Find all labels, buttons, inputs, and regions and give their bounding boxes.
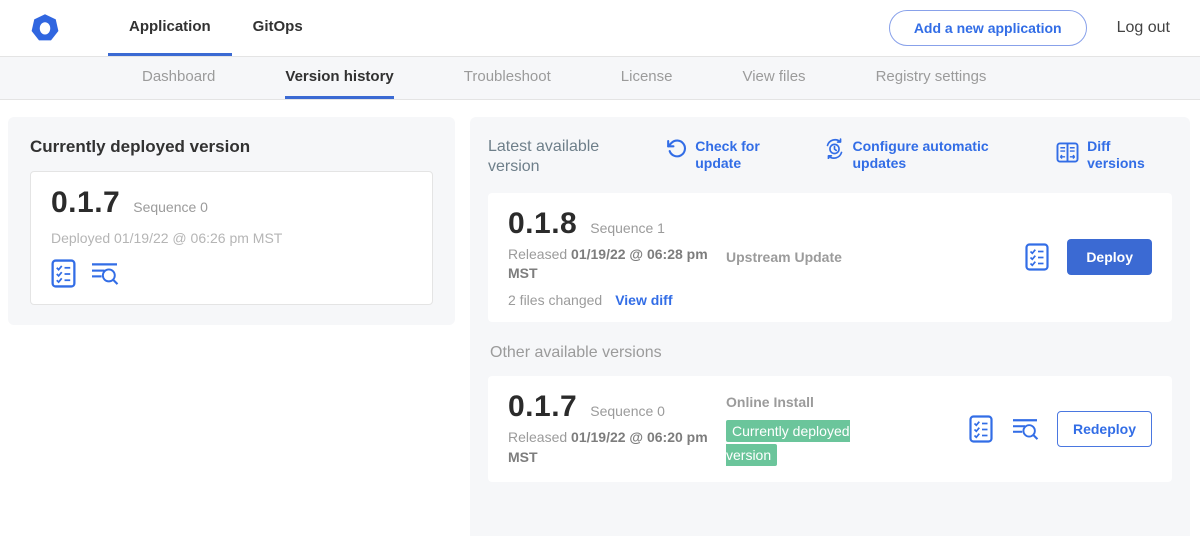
main-content: Currently deployed version 0.1.7 Sequenc… <box>0 100 1200 536</box>
deployed-version-number: 0.1.7 <box>51 186 120 220</box>
currently-deployed-badge: Currently deployed version <box>726 420 850 467</box>
diff-versions-icon <box>1056 142 1079 167</box>
release-notes-icon[interactable] <box>969 415 993 443</box>
currently-deployed-title: Currently deployed version <box>30 137 433 157</box>
diff-versions-button[interactable]: Diff versions <box>1056 138 1168 172</box>
latest-version-card: 0.1.8 Sequence 1 Released 01/19/22 @ 06:… <box>488 193 1172 322</box>
other-sequence-label: Sequence 0 <box>590 403 665 419</box>
subnav-troubleshoot[interactable]: Troubleshoot <box>464 57 551 99</box>
release-notes-icon[interactable] <box>1025 243 1049 271</box>
configure-automatic-updates-label: Configure automatic updates <box>853 138 1005 172</box>
logout-link[interactable]: Log out <box>1117 19 1170 37</box>
view-logs-icon[interactable] <box>1011 417 1039 441</box>
latest-version-number: 0.1.8 <box>508 207 577 241</box>
deployed-sequence-label: Sequence 0 <box>133 199 208 215</box>
app-subnav: Dashboard Version history Troubleshoot L… <box>0 57 1200 100</box>
other-version-card: 0.1.7 Sequence 0 Released 01/19/22 @ 06:… <box>488 376 1172 482</box>
subnav-version-history[interactable]: Version history <box>285 57 393 99</box>
latest-available-panel: Latest available version Check for updat… <box>470 117 1190 536</box>
other-source-label: Online Install <box>726 394 969 410</box>
subnav-license[interactable]: License <box>621 57 673 99</box>
latest-sequence-label: Sequence 1 <box>590 220 665 236</box>
deployed-version-card: 0.1.7 Sequence 0 Deployed 01/19/22 @ 06:… <box>30 171 433 305</box>
top-nav-right: Add a new application Log out <box>889 0 1170 56</box>
add-application-button[interactable]: Add a new application <box>889 10 1087 46</box>
latest-released-timestamp: Released 01/19/22 @ 06:28 pm MST <box>508 245 726 284</box>
subnav-dashboard[interactable]: Dashboard <box>142 57 215 99</box>
deploy-button[interactable]: Deploy <box>1067 239 1152 275</box>
other-version-number: 0.1.7 <box>508 390 577 424</box>
latest-header: Latest available version Check for updat… <box>488 137 1172 177</box>
configure-automatic-updates-button[interactable]: Configure automatic updates <box>824 138 1005 172</box>
release-notes-icon[interactable] <box>51 259 76 288</box>
currently-deployed-panel: Currently deployed version 0.1.7 Sequenc… <box>8 117 455 325</box>
top-nav: Application GitOps Add a new application… <box>0 0 1200 57</box>
latest-source-label: Upstream Update <box>726 249 1025 265</box>
app-logo-icon[interactable] <box>30 13 60 43</box>
files-changed-label: 2 files changed <box>508 292 602 308</box>
latest-header-actions: Check for update Configure automat <box>666 137 1172 172</box>
view-diff-link[interactable]: View diff <box>615 292 672 308</box>
subnav-registry-settings[interactable]: Registry settings <box>876 57 987 99</box>
other-released-timestamp: Released 01/19/22 @ 06:20 pm MST <box>508 428 726 467</box>
tab-application[interactable]: Application <box>108 0 232 56</box>
top-tabs: Application GitOps <box>108 0 324 56</box>
diff-versions-label: Diff versions <box>1087 138 1168 172</box>
tab-gitops[interactable]: GitOps <box>232 0 324 56</box>
check-update-icon <box>666 138 687 163</box>
auto-update-schedule-icon <box>824 138 845 163</box>
check-for-update-label: Check for update <box>695 138 771 172</box>
view-logs-icon[interactable] <box>90 261 119 286</box>
other-versions-title: Other available versions <box>490 344 1170 362</box>
subnav-view-files[interactable]: View files <box>742 57 805 99</box>
deployed-timestamp: Deployed 01/19/22 @ 06:26 pm MST <box>51 230 412 246</box>
latest-available-title: Latest available version <box>488 137 624 177</box>
redeploy-button[interactable]: Redeploy <box>1057 411 1152 447</box>
check-for-update-button[interactable]: Check for update <box>666 138 771 172</box>
